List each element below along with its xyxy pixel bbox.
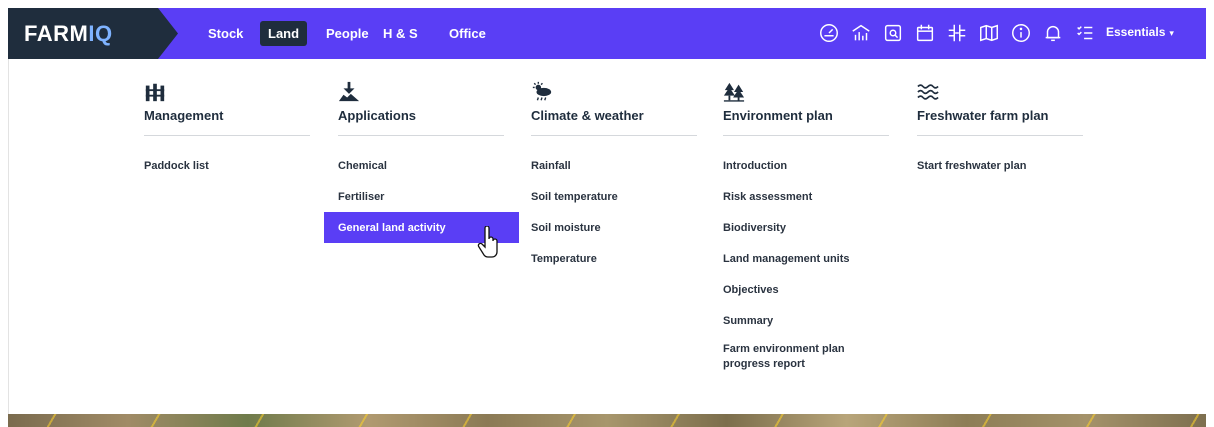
divider (917, 135, 1083, 136)
info-icon[interactable] (1010, 22, 1032, 44)
column-title: Management (144, 108, 224, 123)
chevron-down-icon: ▾ (1169, 28, 1174, 38)
menu-item-start-freshwater-plan[interactable]: Start freshwater plan (903, 150, 1098, 181)
trees-icon (723, 81, 745, 103)
menu-left-border (8, 59, 9, 414)
menu-item-soil-moisture[interactable]: Soil moisture (517, 212, 712, 243)
checklist-icon[interactable] (1074, 22, 1096, 44)
menu-item-fertiliser[interactable]: Fertiliser (324, 181, 519, 212)
nav-stock[interactable]: Stock (200, 21, 251, 46)
water-waves-icon (917, 81, 939, 103)
grid-hash-icon[interactable] (946, 22, 968, 44)
nav-health-safety[interactable]: H & S (375, 21, 426, 46)
apply-download-icon (338, 81, 360, 103)
divider (338, 135, 504, 136)
menu-item-temperature[interactable]: Temperature (517, 243, 712, 274)
dashboard-gauge-icon[interactable] (818, 22, 840, 44)
nav-office[interactable]: Office (441, 21, 494, 46)
fence-icon (144, 81, 166, 103)
calendar-icon[interactable] (914, 22, 936, 44)
menu-item-risk-assessment[interactable]: Risk assessment (709, 181, 904, 212)
column-title: Environment plan (723, 108, 833, 123)
nav-people[interactable]: People (318, 21, 377, 46)
logo-badge[interactable]: FARMIQ (8, 8, 178, 59)
top-nav-bar: FARMIQ Stock Land People H & S Office Es… (8, 8, 1206, 59)
app-frame: FARMIQ Stock Land People H & S Office Es… (8, 8, 1206, 427)
menu-item-soil-temperature[interactable]: Soil temperature (517, 181, 712, 212)
essentials-dropdown[interactable]: Essentials ▾ (1106, 25, 1174, 39)
menu-item-chemical[interactable]: Chemical (324, 150, 519, 181)
menu-item-biodiversity[interactable]: Biodiversity (709, 212, 904, 243)
weather-icon (531, 81, 553, 103)
column-title: Applications (338, 108, 417, 123)
menu-item-summary[interactable]: Summary (709, 305, 904, 336)
divider (144, 135, 310, 136)
menu-item-rainfall[interactable]: Rainfall (517, 150, 712, 181)
menu-item-paddock-list[interactable]: Paddock list (130, 150, 325, 181)
hand-pointer-cursor-icon (477, 225, 501, 258)
farm-analytics-icon[interactable] (850, 22, 872, 44)
menu-item-land-management-units[interactable]: Land management units (709, 243, 904, 274)
map-icon[interactable] (978, 22, 1000, 44)
bell-icon[interactable] (1042, 22, 1064, 44)
divider (723, 135, 889, 136)
column-title: Freshwater farm plan (917, 108, 1049, 123)
menu-item-objectives[interactable]: Objectives (709, 274, 904, 305)
satellite-map-strip[interactable] (8, 414, 1206, 427)
column-title: Climate & weather (531, 108, 644, 123)
search-document-icon[interactable] (882, 22, 904, 44)
menu-item-introduction[interactable]: Introduction (709, 150, 904, 181)
nav-land[interactable]: Land (260, 21, 308, 46)
farmiq-logo: FARMIQ (24, 21, 113, 46)
divider (531, 135, 697, 136)
menu-item-farm-environment-plan-progress-report[interactable]: Farm environment plan progress report (709, 339, 859, 375)
